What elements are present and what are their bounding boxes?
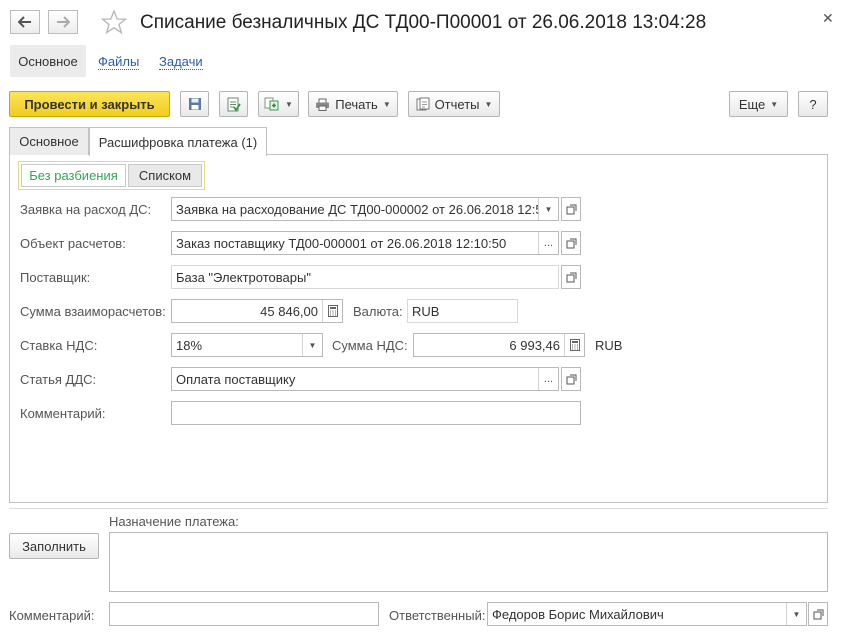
currency-field: RUB [407, 299, 518, 323]
open-cashflow-button[interactable] [561, 367, 581, 391]
reports-icon [416, 97, 430, 111]
footer-comment-input[interactable] [109, 602, 379, 626]
post-button[interactable] [219, 91, 248, 117]
vat-sum-label: Сумма НДС: [332, 338, 408, 353]
payment-purpose-textarea[interactable] [109, 532, 828, 592]
object-label: Объект расчетов: [20, 236, 126, 251]
forward-button[interactable] [48, 10, 78, 34]
favorite-star-icon[interactable] [100, 9, 128, 37]
object-field[interactable]: Заказ поставщику ТД00-000001 от 26.06.20… [171, 231, 559, 255]
chevron-down-icon: ▼ [770, 99, 779, 109]
request-label: Заявка на расход ДС: [20, 202, 152, 217]
supplier-field: База "Электротовары" [171, 265, 559, 289]
vat-sum-value: 6 993,46 [509, 337, 560, 353]
post-document-icon [227, 97, 241, 112]
footer-comment-label: Комментарий: [9, 608, 95, 623]
supplier-label: Поставщик: [20, 270, 91, 285]
vat-rate-label: Ставка НДС: [20, 338, 98, 353]
amount-label: Сумма взаиморасчетов: [20, 304, 166, 319]
dropdown-arrow-icon[interactable]: ▼ [538, 198, 558, 220]
chevron-down-icon: ▼ [382, 99, 391, 109]
print-label: Печать [335, 96, 378, 112]
chevron-down-icon: ▼ [484, 99, 493, 109]
open-request-button[interactable] [561, 197, 581, 221]
cashflow-value: Оплата поставщику [176, 371, 296, 387]
cashflow-label: Статья ДДС: [20, 372, 97, 387]
object-value: Заказ поставщику ТД00-000001 от 26.06.20… [176, 235, 507, 251]
responsible-value: Федоров Борис Михайлович [492, 606, 664, 622]
open-form-icon [566, 204, 576, 214]
arrow-right-icon [57, 16, 70, 28]
chevron-down-icon: ▼ [285, 99, 293, 109]
close-icon[interactable]: ✕ [822, 10, 834, 27]
post-and-close-button[interactable]: Провести и закрыть [9, 91, 170, 117]
no-split-option[interactable]: Без разбиения [21, 164, 126, 187]
tab-payment-breakdown[interactable]: Расшифровка платежа (1) [89, 127, 267, 156]
tab-breakdown-label: Расшифровка платежа (1) [98, 134, 258, 150]
open-object-button[interactable] [561, 231, 581, 255]
tab-main[interactable]: Основное [9, 127, 89, 155]
help-button[interactable]: ? [798, 91, 828, 117]
save-button[interactable] [180, 91, 209, 117]
fill-button-label: Заполнить [22, 538, 86, 554]
amount-field[interactable]: 45 846,00 [171, 299, 343, 323]
supplier-value: База "Электротовары" [176, 269, 311, 285]
open-responsible-button[interactable] [808, 602, 828, 626]
currency-label: Валюта: [353, 304, 403, 319]
more-button[interactable]: Еще ▼ [729, 91, 788, 117]
more-label: Еще [738, 96, 766, 112]
nav-files-link[interactable]: Файлы [98, 54, 140, 70]
request-field[interactable]: Заявка на расходование ДС ТД00-000002 от… [171, 197, 559, 221]
vat-sum-field[interactable]: 6 993,46 [413, 333, 585, 357]
back-button[interactable] [10, 10, 40, 34]
list-option[interactable]: Списком [128, 164, 202, 187]
arrow-left-icon [18, 16, 31, 28]
tab-main-label: Основное [19, 134, 79, 149]
reports-label: Отчеты [434, 96, 480, 112]
split-mode-switch: Без разбиения Списком [18, 161, 205, 190]
select-dots-icon[interactable]: ... [538, 232, 558, 254]
nav-tasks-link[interactable]: Задачи [159, 54, 203, 70]
open-form-icon [566, 238, 576, 248]
comment-label: Комментарий: [20, 406, 106, 421]
request-value: Заявка на расходование ДС ТД00-000002 от… [176, 201, 538, 217]
select-dots-icon[interactable]: ... [538, 368, 558, 390]
post-and-close-label: Провести и закрыть [24, 96, 155, 112]
footer-divider [9, 508, 828, 509]
currency-value: RUB [412, 303, 440, 319]
cashflow-field[interactable]: Оплата поставщику ... [171, 367, 559, 391]
vat-currency: RUB [595, 338, 623, 353]
help-label: ? [809, 96, 817, 112]
amount-value: 45 846,00 [260, 303, 318, 319]
reports-button[interactable]: Отчеты ▼ [408, 91, 500, 117]
nav-main[interactable]: Основное [10, 45, 86, 77]
open-form-icon [566, 272, 576, 282]
dropdown-arrow-icon[interactable]: ▼ [302, 334, 322, 356]
floppy-disk-icon [188, 98, 201, 110]
calculator-icon[interactable] [322, 300, 342, 322]
open-supplier-button[interactable] [561, 265, 581, 289]
page-title: Списание безналичных ДС ТД00-П00001 от 2… [140, 12, 707, 33]
responsible-field[interactable]: Федоров Борис Михайлович ▼ [487, 602, 807, 626]
print-button[interactable]: Печать ▼ [308, 91, 398, 117]
create-based-on-button[interactable]: ▼ [258, 91, 299, 117]
open-form-icon [566, 374, 576, 384]
fill-button[interactable]: Заполнить [9, 533, 99, 559]
payment-purpose-label: Назначение платежа: [109, 514, 239, 529]
vat-rate-value: 18% [176, 337, 203, 353]
comment-input[interactable] [171, 401, 581, 425]
create-based-on-icon [264, 97, 279, 111]
open-form-icon [813, 609, 823, 619]
responsible-label: Ответственный: [389, 608, 486, 623]
vat-rate-field[interactable]: 18% ▼ [171, 333, 323, 357]
dropdown-arrow-icon[interactable]: ▼ [786, 603, 806, 625]
printer-icon [316, 98, 330, 111]
calculator-icon[interactable] [564, 334, 584, 356]
